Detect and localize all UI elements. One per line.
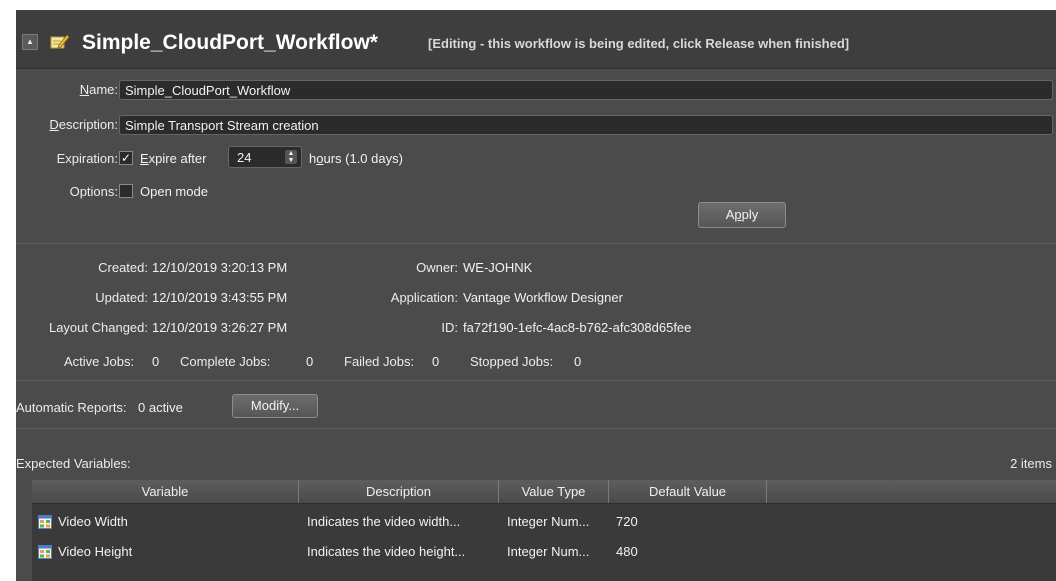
workflow-title: Simple_CloudPort_Workflow* — [82, 31, 378, 54]
expire-hours-value: 24 — [237, 150, 252, 165]
divider — [16, 243, 1056, 244]
variable-value-type: Integer Num... — [507, 544, 590, 559]
options-label: Options: — [69, 184, 118, 199]
column-header-default-value[interactable]: Default Value — [609, 480, 767, 503]
variable-name: Video Width — [58, 514, 128, 529]
active-jobs-value: 0 — [152, 354, 160, 369]
application-label: Application: — [390, 290, 458, 305]
stopped-jobs-value: 0 — [574, 354, 582, 369]
variable-description: Indicates the video width... — [307, 514, 461, 529]
variable-description: Indicates the video height... — [307, 544, 466, 559]
variable-name: Video Height — [58, 544, 133, 559]
column-header-description[interactable]: Description — [299, 480, 499, 503]
owner-value: WE-JOHNK — [463, 260, 533, 275]
variable-default-value: 720 — [616, 514, 638, 529]
description-field[interactable]: Simple Transport Stream creation — [119, 115, 1053, 135]
workflow-panel: ▲ Simple_CloudPort_Workflow* [Editing - … — [16, 10, 1056, 581]
variables-table: Variable Description Value Type Default … — [32, 480, 1056, 581]
expire-hours-stepper[interactable]: 24 ▲ ▼ — [228, 146, 302, 168]
expire-after-label: Expire after — [140, 151, 207, 166]
table-row[interactable]: Video Height Indicates the video height.… — [32, 539, 1056, 565]
name-label: Name: — [79, 82, 118, 97]
divider — [16, 380, 1056, 381]
automatic-reports-label: Automatic Reports: — [16, 400, 127, 415]
variable-value-type: Integer Num... — [507, 514, 590, 529]
owner-label: Owner: — [416, 260, 458, 275]
apply-button[interactable]: Apply — [698, 202, 786, 228]
complete-jobs-value: 0 — [306, 354, 314, 369]
workflow-header: ▲ Simple_CloudPort_Workflow* [Editing - … — [16, 10, 1056, 69]
table-header: Variable Description Value Type Default … — [32, 480, 1056, 504]
failed-jobs-value: 0 — [432, 354, 440, 369]
open-mode-checkbox[interactable] — [119, 184, 133, 198]
automatic-reports-value: 0 active — [138, 400, 183, 415]
layout-changed-label: Layout Changed: — [48, 320, 148, 335]
created-value: 12/10/2019 3:20:13 PM — [152, 260, 288, 275]
created-label: Created: — [98, 260, 148, 275]
editing-status: [Editing - this workflow is being edited… — [428, 36, 850, 51]
complete-jobs-label: Complete Jobs: — [180, 354, 271, 369]
workflow-edit-icon — [50, 33, 70, 51]
active-jobs-label: Active Jobs: — [64, 354, 135, 369]
expire-after-checkbox[interactable]: ✓ — [119, 151, 133, 165]
failed-jobs-label: Failed Jobs: — [344, 354, 415, 369]
table-row[interactable]: Video Width Indicates the video width...… — [32, 509, 1056, 535]
divider — [16, 428, 1056, 429]
layout-changed-value: 12/10/2019 3:26:27 PM — [152, 320, 288, 335]
id-label: ID: — [441, 320, 458, 335]
updated-value: 12/10/2019 3:43:55 PM — [152, 290, 288, 305]
column-header-value-type[interactable]: Value Type — [499, 480, 609, 503]
column-header-variable[interactable]: Variable — [32, 480, 299, 503]
items-count: 2 items — [1010, 456, 1052, 471]
variable-icon — [38, 515, 52, 529]
open-mode-label: Open mode — [140, 184, 208, 199]
application-value: Vantage Workflow Designer — [463, 290, 623, 305]
variable-default-value: 480 — [616, 544, 638, 559]
updated-label: Updated: — [95, 290, 148, 305]
id-value: fa72f190-1efc-4ac8-b762-afc308d65fee — [463, 320, 692, 335]
stepper-arrows-icon[interactable]: ▲ ▼ — [285, 150, 297, 164]
expiration-label: Expiration: — [56, 151, 118, 166]
expected-variables-title: Expected Variables: — [16, 456, 131, 471]
variable-icon — [38, 545, 52, 559]
description-label: Description: — [49, 117, 118, 132]
stopped-jobs-label: Stopped Jobs: — [470, 354, 554, 369]
modify-reports-button[interactable]: Modify... — [232, 394, 318, 418]
collapse-toggle-icon[interactable]: ▲ — [22, 34, 38, 50]
name-field[interactable]: Simple_CloudPort_Workflow — [119, 80, 1053, 100]
hours-label: hours (1.0 days) — [309, 151, 403, 166]
